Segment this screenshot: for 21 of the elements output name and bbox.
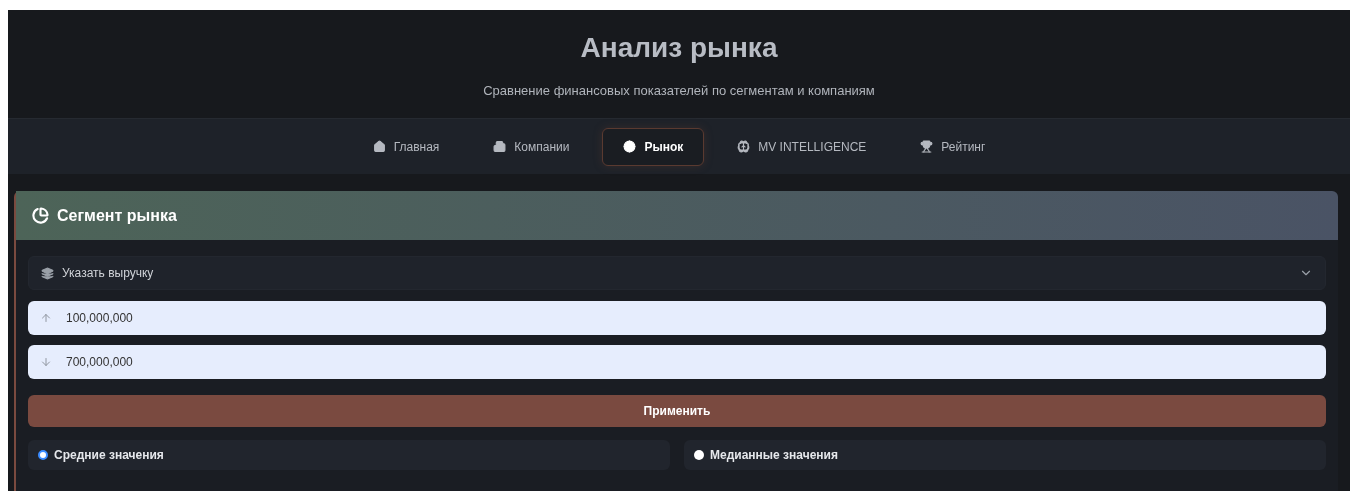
arrow-down-icon xyxy=(40,356,52,368)
pie-chart-icon xyxy=(32,207,49,224)
house-icon xyxy=(372,140,386,153)
apply-button[interactable]: Применить xyxy=(28,395,1326,427)
layers-icon xyxy=(41,266,54,280)
nav-tab[interactable]: Рейтинг xyxy=(899,127,1007,166)
nav-tab[interactable]: MV INTELLIGENCE xyxy=(716,127,888,166)
trophy-icon xyxy=(920,140,934,153)
card-title: Сегмент рынка xyxy=(57,205,177,226)
mode-radio[interactable]: Средние значения xyxy=(28,440,670,470)
max-revenue-field[interactable]: 700,000,000 xyxy=(28,345,1326,379)
brain-icon xyxy=(737,140,751,153)
mode-radio[interactable]: Медианные значения xyxy=(684,440,1326,470)
page-subtitle: Сравнение финансовых показателей по сегментам и компаниям xyxy=(483,82,875,101)
arrow-up-icon xyxy=(40,312,52,324)
page-title: Анализ рынка xyxy=(580,31,778,66)
nav-tab[interactable]: Компании xyxy=(472,127,591,166)
nav-tab[interactable]: Рынок xyxy=(602,127,705,166)
min-revenue-field[interactable]: 100,000,000 xyxy=(28,301,1326,335)
nav-tab[interactable]: Главная xyxy=(351,127,461,166)
revenue-select[interactable]: Указать выручку xyxy=(28,256,1326,290)
